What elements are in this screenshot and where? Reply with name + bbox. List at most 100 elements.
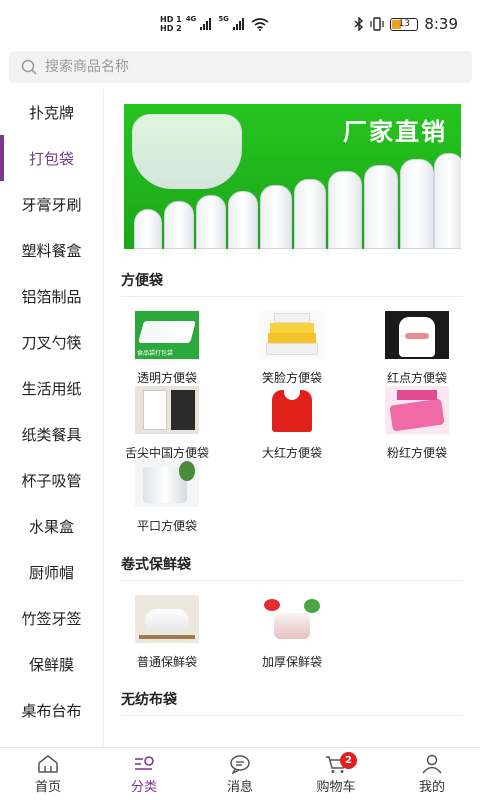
sidebar-item-label: 杯子吸管 xyxy=(21,471,82,490)
sidebar-item-packing-bags[interactable]: 打包袋 xyxy=(0,135,103,181)
product-big-red-bag[interactable]: 大红方便袋 xyxy=(237,386,347,461)
bag-roll xyxy=(328,171,362,249)
product-name: 加厚保鲜袋 xyxy=(261,655,322,669)
section-title-nonwoven-bags: 无纺布袋 xyxy=(121,692,177,708)
sidebar-item-label: 水果盒 xyxy=(28,517,74,536)
product-thumbnail xyxy=(385,386,449,434)
product-name: 透明方便袋 xyxy=(136,371,197,385)
sidebar-item-tissue[interactable]: 生活用纸 xyxy=(0,365,103,411)
product-name: 普通保鲜袋 xyxy=(136,655,197,669)
bag-roll xyxy=(196,195,226,249)
product-name: 粉红方便袋 xyxy=(386,446,447,460)
sidebar-item-toothpaste[interactable]: 牙膏牙刷 xyxy=(0,181,103,227)
banner-slogan: 厂家直销 xyxy=(343,118,447,146)
hd1-label: HD 1 xyxy=(160,15,182,24)
section-divider xyxy=(121,715,463,716)
vibrate-icon xyxy=(370,17,384,31)
sidebar-item-tablecloth[interactable]: 桌布台布 xyxy=(0,687,103,733)
sidebar-item-cutlery[interactable]: 刀叉勺筷 xyxy=(0,319,103,365)
product-transparent-bag[interactable]: 食品袋打包袋 透明方便袋 xyxy=(112,311,222,386)
bag-roll xyxy=(400,159,434,249)
product-thumbnail xyxy=(135,386,199,434)
product-thick-fresh-bag[interactable]: 加厚保鲜袋 xyxy=(237,595,347,670)
bag-roll xyxy=(364,165,398,249)
sidebar-item-label: 竹签牙签 xyxy=(21,609,82,628)
hanging-bag-image xyxy=(132,114,242,189)
tab-profile[interactable]: 我的 xyxy=(384,748,480,800)
sidebar-item-label: 铝箔制品 xyxy=(21,287,82,306)
wifi-icon xyxy=(251,17,269,31)
search-icon xyxy=(21,59,37,75)
tab-label: 消息 xyxy=(226,779,253,795)
search-input[interactable] xyxy=(45,59,425,75)
product-name: 红点方便袋 xyxy=(386,371,447,385)
sidebar-item-paper-tableware[interactable]: 纸类餐具 xyxy=(0,411,103,457)
section-title-roll-fresh-bags: 卷式保鲜袋 xyxy=(121,557,191,573)
product-thumbnail xyxy=(260,386,324,434)
clock: 8:39 xyxy=(424,15,458,33)
sidebar-item-label: 打包袋 xyxy=(28,149,74,168)
section-divider xyxy=(121,580,463,581)
status-bar: HD 1 HD 2 4G 5G 13 8:39 xyxy=(0,0,480,46)
search-bar[interactable] xyxy=(9,51,472,83)
signal-icon xyxy=(200,18,212,30)
network-type-2: 5G xyxy=(218,15,229,23)
product-name: 笑脸方便袋 xyxy=(261,371,322,385)
bag-roll xyxy=(228,191,258,249)
product-thumbnail xyxy=(260,595,324,643)
sidebar-item-label: 厨师帽 xyxy=(28,563,74,582)
signal-icon-2 xyxy=(232,18,244,30)
product-thumbnail: 食品袋打包袋 xyxy=(135,311,199,359)
sidebar-item-plastic-boxes[interactable]: 塑料餐盒 xyxy=(0,227,103,273)
sidebar-item-label: 生活用纸 xyxy=(21,379,82,398)
user-icon xyxy=(422,754,442,773)
bag-roll xyxy=(434,153,461,249)
product-smiley-bag[interactable]: 笑脸方便袋 xyxy=(237,311,347,386)
sidebar-item-foil[interactable]: 铝箔制品 xyxy=(0,273,103,319)
promo-banner[interactable]: 厂家直销 xyxy=(124,104,461,249)
cart-count-badge: 2 xyxy=(340,752,357,769)
product-thumbnail xyxy=(385,311,449,359)
product-name: 大红方便袋 xyxy=(261,446,322,460)
tab-label: 首页 xyxy=(34,779,61,795)
category-sidebar: 扑克牌 打包袋 牙膏牙刷 塑料餐盒 铝箔制品 刀叉勺筷 生活用纸 纸类餐具 杯子… xyxy=(0,89,104,747)
message-icon xyxy=(230,754,250,774)
sidebar-item-cups-straws[interactable]: 杯子吸管 xyxy=(0,457,103,503)
hd2-label: HD 2 xyxy=(160,24,182,33)
product-pink-bag[interactable]: 粉红方便袋 xyxy=(362,386,472,461)
product-name: 平口方便袋 xyxy=(136,519,197,533)
product-flat-bag[interactable]: 平口方便袋 xyxy=(112,459,222,534)
product-thumbnail xyxy=(135,459,199,507)
sidebar-item-label: 刀叉勺筷 xyxy=(21,333,82,352)
tab-messages[interactable]: 消息 xyxy=(192,748,288,800)
section-title-convenience-bags: 方便袋 xyxy=(121,273,163,289)
bottom-tab-bar: 首页 分类 消息 购物车 2 我的 xyxy=(0,747,480,800)
sidebar-item-skewers[interactable]: 竹签牙签 xyxy=(0,595,103,641)
sidebar-item-label: 牙膏牙刷 xyxy=(21,195,82,214)
tab-home[interactable]: 首页 xyxy=(0,748,96,800)
battery-level: 13 xyxy=(398,19,411,29)
sidebar-item-label: 保鲜膜 xyxy=(28,655,74,674)
bluetooth-icon xyxy=(354,17,364,31)
product-red-dot-bag[interactable]: 红点方便袋 xyxy=(362,311,472,386)
sidebar-item-label: 塑料餐盒 xyxy=(21,241,82,260)
bag-roll xyxy=(134,209,162,249)
tab-cart[interactable]: 购物车 2 xyxy=(288,748,384,800)
tab-label: 分类 xyxy=(130,779,157,795)
bag-roll xyxy=(260,185,292,249)
section-divider xyxy=(121,296,463,297)
sidebar-item-fruit-box[interactable]: 水果盒 xyxy=(0,503,103,549)
sidebar-item-label: 桌布台布 xyxy=(21,701,82,720)
product-thumbnail xyxy=(135,595,199,643)
network-indicators: HD 1 HD 2 4G 5G xyxy=(160,15,269,33)
sidebar-item-poker[interactable]: 扑克牌 xyxy=(0,89,103,135)
sidebar-item-cling-film[interactable]: 保鲜膜 xyxy=(0,641,103,687)
sidebar-item-chef-hat[interactable]: 厨师帽 xyxy=(0,549,103,595)
product-normal-fresh-bag[interactable]: 普通保鲜袋 xyxy=(112,595,222,670)
tab-label: 购物车 xyxy=(316,779,356,795)
product-china-bag[interactable]: 舌尖中国方便袋 xyxy=(112,386,222,461)
home-icon xyxy=(38,754,58,773)
bag-roll xyxy=(294,179,326,249)
tab-category[interactable]: 分类 xyxy=(96,748,192,800)
battery-icon: 13 xyxy=(390,17,419,31)
